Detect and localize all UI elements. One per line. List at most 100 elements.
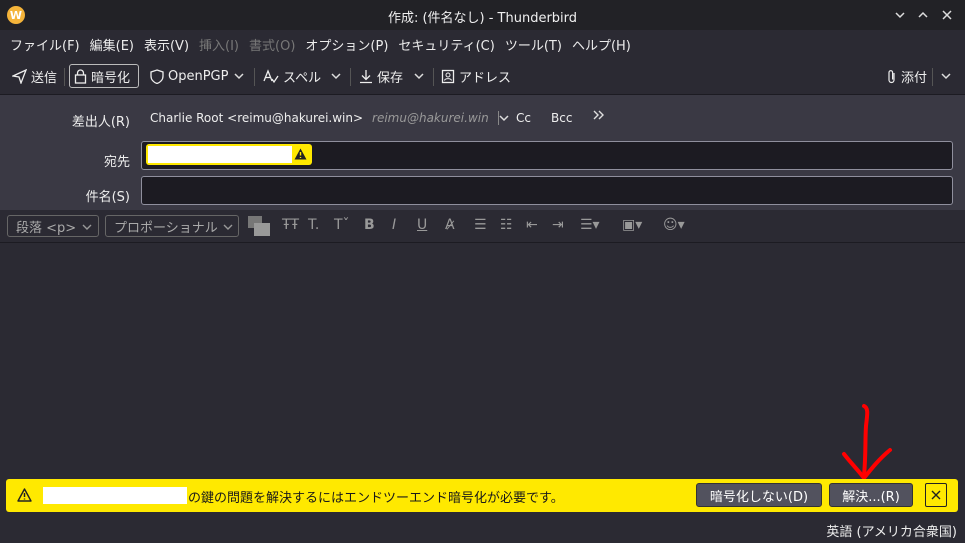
text-style-icon[interactable]: Tˇ (334, 217, 350, 233)
underline-icon[interactable]: U (417, 217, 427, 233)
close-icon (931, 490, 941, 500)
address-label: アドレス (459, 70, 512, 86)
paragraph-format-select[interactable]: 段落 <p> (7, 215, 99, 237)
divider (498, 111, 499, 125)
attach-button[interactable]: 添付 (882, 64, 931, 88)
menu-format[interactable]: 書式(O) (244, 35, 300, 54)
encrypt-label: 暗号化 (91, 70, 131, 86)
encryption-notification: の鍵の問題を解決するにはエンドツーエンド暗号化が必要です。 暗号化しない(D) … (6, 479, 958, 512)
window-title: 作成: (件名なし) - Thunderbird (387, 11, 578, 26)
menu-tools[interactable]: ツール(T) (500, 35, 567, 54)
toolbar-divider (254, 68, 255, 86)
minimize-button[interactable] (890, 5, 910, 25)
title-bar: W 作成: (件名なし) - Thunderbird (0, 0, 965, 30)
double-chevron-right-icon (593, 110, 604, 120)
toolbar-divider (350, 68, 351, 86)
chevron-down-icon (234, 73, 244, 80)
toolbar-divider (932, 68, 933, 86)
language-indicator[interactable]: 英語 (アメリカ合衆国) (826, 521, 957, 540)
from-identity: reimu@hakurei.win (372, 111, 489, 125)
font-select[interactable]: プロポーショナル (105, 215, 239, 237)
send-label: 送信 (31, 70, 58, 86)
paragraph-format-value: 段落 <p> (16, 220, 77, 236)
resolve-button[interactable]: 解決...(R) (829, 483, 913, 507)
openpgp-label: OpenPGP (168, 68, 229, 84)
italic-icon[interactable]: I (392, 217, 396, 233)
disable-encryption-button[interactable]: 暗号化しない(D) (696, 483, 822, 507)
notification-message: の鍵の問題を解決するにはエンドツーエンド暗号化が必要です。 (188, 491, 564, 506)
smaller-font-icon[interactable]: ŦŦ (282, 217, 299, 233)
emoji-icon[interactable]: ☺▾ (663, 217, 685, 233)
chevron-up-icon (918, 11, 928, 18)
close-button[interactable] (937, 5, 957, 25)
chevron-down-icon (414, 73, 424, 80)
lock-icon (74, 68, 87, 84)
text-color-picker[interactable] (248, 216, 270, 236)
notification-close-button[interactable] (925, 483, 947, 507)
numbered-list-icon[interactable]: ☷ (500, 217, 513, 233)
save-dropdown-button[interactable] (409, 64, 429, 88)
to-field[interactable] (141, 141, 953, 170)
warning-icon (294, 148, 307, 160)
to-label: 宛先 (103, 155, 130, 170)
warning-icon (17, 488, 32, 502)
menu-help[interactable]: ヘルプ(H) (567, 35, 636, 54)
paperclip-icon (888, 69, 895, 83)
spell-label: スペル (283, 70, 322, 86)
save-button[interactable]: 保存 (355, 64, 407, 88)
outdent-icon[interactable]: ⇤ (526, 217, 538, 233)
format-toolbar: 段落 <p> プロポーショナル ŦŦ T. Tˇ B I U A̷ ☰ ☷ ⇤ … (0, 210, 965, 243)
compose-toolbar: 送信 暗号化 OpenPGP スペル 保存 アドレス 添付 (0, 60, 965, 95)
recipient-redacted (148, 146, 292, 163)
attach-label: 添付 (901, 70, 928, 86)
chevron-down-icon (895, 12, 905, 19)
menu-view[interactable]: 表示(V) (139, 35, 194, 54)
status-bar: 英語 (アメリカ合衆国) (0, 515, 965, 543)
from-name: Charlie Root <reimu@hakurei.win> (150, 111, 364, 125)
encrypt-button[interactable]: 暗号化 (69, 64, 139, 88)
menu-security[interactable]: セキュリティ(C) (393, 35, 499, 54)
save-label: 保存 (377, 70, 404, 86)
red-arrow-annotation (842, 404, 892, 480)
toolbar-divider (64, 68, 65, 86)
chevron-down-icon (223, 224, 233, 230)
shield-icon (150, 68, 164, 84)
message-body-editor[interactable] (2, 243, 963, 475)
align-icon[interactable]: ☰▾ (580, 217, 600, 233)
chevron-down-icon (941, 73, 951, 80)
insert-image-icon[interactable]: ▣▾ (622, 217, 642, 233)
background-color-swatch (254, 223, 270, 236)
spellcheck-icon (263, 68, 279, 83)
recipient-redacted (43, 487, 187, 504)
from-selector[interactable]: Charlie Root <reimu@hakurei.win> reimu@h… (150, 107, 510, 129)
clear-format-icon[interactable]: A̷ (445, 217, 455, 233)
subject-field[interactable] (141, 176, 953, 205)
bold-icon[interactable]: B (364, 217, 375, 233)
recipient-pill[interactable] (146, 144, 312, 165)
send-icon (12, 68, 27, 84)
cc-button[interactable]: Cc (516, 111, 531, 125)
larger-font-icon[interactable]: T. (308, 217, 319, 233)
download-icon (360, 69, 372, 83)
toolbar-divider (433, 68, 434, 86)
address-book-button[interactable]: アドレス (437, 64, 515, 88)
openpgp-dropdown-button[interactable] (229, 64, 249, 88)
menu-insert[interactable]: 挿入(I) (194, 35, 244, 54)
chevron-down-icon (82, 224, 92, 230)
subject-label: 件名(S) (85, 190, 130, 205)
spell-button[interactable]: スペル (259, 64, 325, 88)
chevron-down-icon (331, 73, 341, 80)
indent-icon[interactable]: ⇥ (552, 217, 564, 233)
bullet-list-icon[interactable]: ☰ (474, 217, 487, 233)
spell-dropdown-button[interactable] (326, 64, 346, 88)
more-headers-button[interactable] (592, 108, 606, 126)
menu-edit[interactable]: 編集(E) (85, 35, 139, 54)
menu-options[interactable]: オプション(P) (300, 35, 393, 54)
send-button[interactable]: 送信 (8, 64, 61, 88)
bcc-button[interactable]: Bcc (551, 111, 572, 125)
maximize-button[interactable] (913, 5, 933, 25)
openpgp-button[interactable]: OpenPGP (146, 64, 232, 88)
menu-file[interactable]: ファイル(F) (5, 35, 85, 54)
compose-headers: 差出人(R) Charlie Root <reimu@hakurei.win> … (0, 95, 965, 210)
attach-dropdown-button[interactable] (936, 64, 956, 88)
